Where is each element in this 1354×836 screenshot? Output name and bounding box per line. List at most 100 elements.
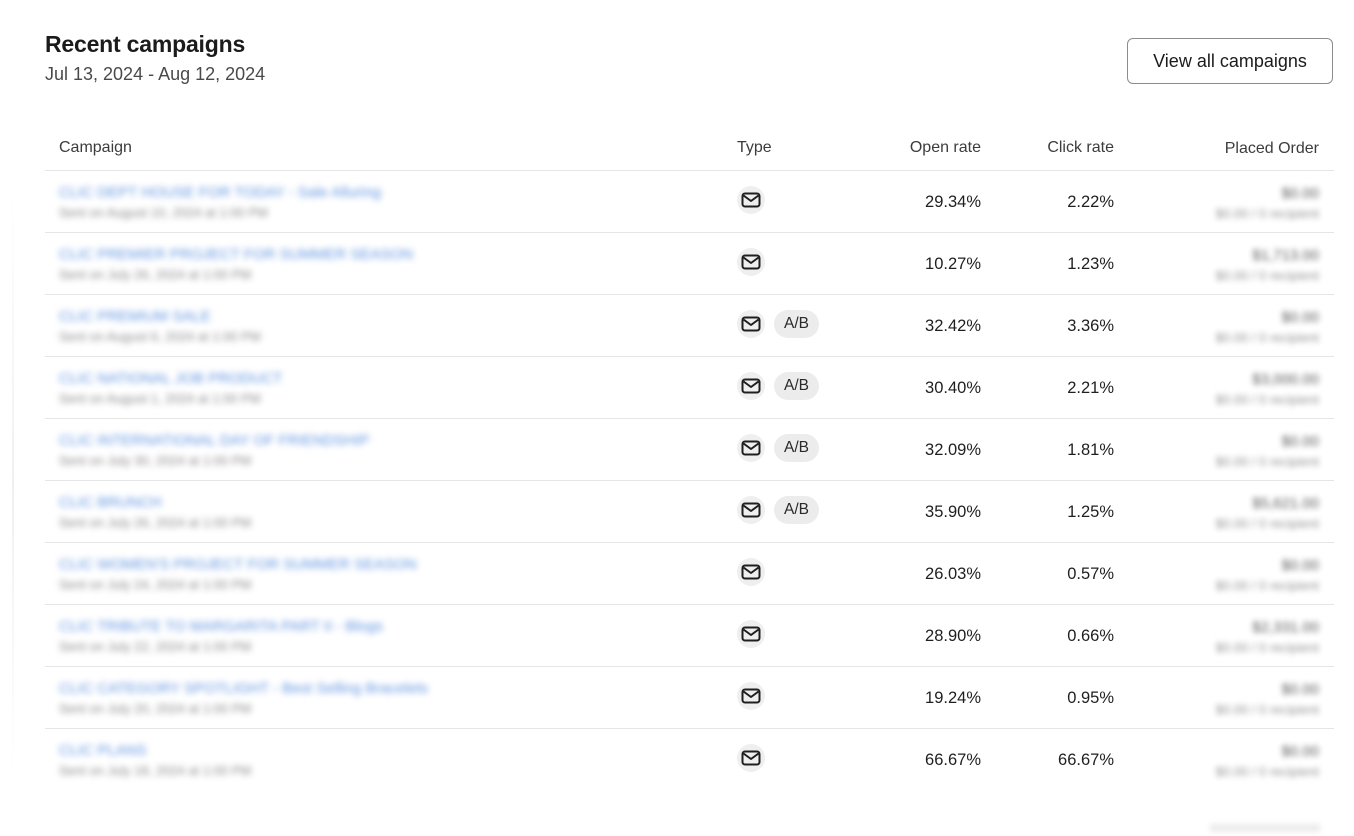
placed-order-per-recipient: $0.00 / 0 recipient bbox=[1215, 639, 1319, 655]
open-rate-cell: 29.34% bbox=[925, 193, 981, 211]
campaign-name-link[interactable]: CLIC INTERNATIONAL DAY OF FRIENDSHIP bbox=[59, 432, 369, 449]
type-cell: A/B bbox=[725, 371, 863, 400]
click-rate-cell: 0.95% bbox=[1067, 689, 1114, 707]
campaign-cell: CLIC INTERNATIONAL DAY OF FRIENDSHIP Sen… bbox=[45, 431, 725, 468]
click-rate-cell: 66.67% bbox=[1058, 751, 1114, 769]
mail-icon bbox=[737, 681, 765, 710]
type-cell bbox=[725, 185, 863, 214]
click-rate-cell: 0.66% bbox=[1067, 627, 1114, 645]
table-row[interactable]: CLIC TRIBUTE TO MARGARITA PART II - Blog… bbox=[45, 605, 1334, 667]
placed-order-value: $0.00 bbox=[1281, 680, 1319, 698]
click-rate-cell: 0.57% bbox=[1067, 565, 1114, 583]
campaign-cell: CLIC CATEGORY SPOTLIGHT - Best Selling B… bbox=[45, 679, 725, 716]
placed-order-per-recipient: $0.00 / 0 recipient bbox=[1215, 515, 1319, 531]
campaign-cell: CLIC PREMIER PROJECT FOR SUMMER SEASON S… bbox=[45, 245, 725, 282]
mail-icon bbox=[737, 433, 765, 462]
table-row[interactable]: CLIC BRUNCH Sent on July 26, 2024 at 1:0… bbox=[45, 481, 1334, 543]
section-header: Recent campaigns Jul 13, 2024 - Aug 12, … bbox=[45, 31, 265, 85]
open-rate-cell: 26.03% bbox=[925, 565, 981, 583]
campaign-sent-date: Sent on July 22, 2024 at 1:00 PM bbox=[59, 639, 252, 654]
table-row[interactable]: CLIC PREMIER PROJECT FOR SUMMER SEASON S… bbox=[45, 233, 1334, 295]
campaign-sent-date: Sent on July 30, 2024 at 1:00 PM bbox=[59, 453, 252, 468]
table-row[interactable]: CLIC CATEGORY SPOTLIGHT - Best Selling B… bbox=[45, 667, 1334, 729]
placed-order-per-recipient: $0.00 / 0 recipient bbox=[1215, 391, 1319, 407]
mail-icon bbox=[737, 743, 765, 772]
placed-order-per-recipient: $0.00 / 0 recipient bbox=[1215, 267, 1319, 283]
table-row[interactable]: CLIC PREMIUM SALE Sent on August 6, 2024… bbox=[45, 295, 1334, 357]
click-rate-cell: 2.22% bbox=[1067, 193, 1114, 211]
campaign-sent-date: Sent on August 10, 2024 at 1:00 PM bbox=[59, 205, 268, 220]
campaign-sent-date: Sent on August 6, 2024 at 1:00 PM bbox=[59, 329, 261, 344]
placed-order-cell: $0.00 $0.00 / 0 recipient bbox=[1114, 679, 1319, 717]
placed-order-cell: $0.00 $0.00 / 0 recipient bbox=[1114, 431, 1319, 469]
campaign-cell: CLIC PREMIUM SALE Sent on August 6, 2024… bbox=[45, 307, 725, 344]
table-row[interactable]: CLIC WOMEN'S PROJECT FOR SUMMER SEASON S… bbox=[45, 543, 1334, 605]
campaign-name-link[interactable]: CLIC DEPT HOUSE FOR TODAY - Sale Allurin… bbox=[59, 184, 381, 201]
mail-icon bbox=[737, 557, 765, 586]
type-cell: A/B bbox=[725, 433, 863, 462]
type-cell bbox=[725, 557, 863, 586]
placed-order-value: $0.00 bbox=[1281, 556, 1319, 574]
campaign-name-link[interactable]: CLIC PLANS bbox=[59, 742, 147, 759]
click-rate-cell: 2.21% bbox=[1067, 379, 1114, 397]
campaign-cell: CLIC NATIONAL JOB PRODUCT Sent on August… bbox=[45, 369, 725, 406]
open-rate-cell: 66.67% bbox=[925, 751, 981, 769]
placed-order-cell: $0.00 $0.00 / 0 recipient bbox=[1114, 183, 1319, 221]
campaign-cell: CLIC PLANS Sent on July 18, 2024 at 1:00… bbox=[45, 741, 725, 778]
placed-order-value: $5,621.00 bbox=[1252, 494, 1319, 512]
click-rate-cell: 1.81% bbox=[1067, 441, 1114, 459]
page-edge-shadow bbox=[12, 190, 14, 780]
table-header: Campaign Type Open rate Click rate Place… bbox=[45, 126, 1334, 171]
blurred-footer-text bbox=[1210, 824, 1320, 832]
column-header-type[interactable]: Type bbox=[725, 139, 863, 157]
placed-order-value: $1,713.00 bbox=[1252, 246, 1319, 264]
placed-order-per-recipient: $0.00 / 0 recipient bbox=[1215, 701, 1319, 717]
placed-order-per-recipient: $0.00 / 0 recipient bbox=[1215, 453, 1319, 469]
campaign-sent-date: Sent on July 26, 2024 at 1:00 PM bbox=[59, 267, 252, 282]
click-rate-cell: 1.25% bbox=[1067, 503, 1114, 521]
placed-order-value: $2,331.00 bbox=[1252, 618, 1319, 636]
placed-order-value: $0.00 bbox=[1281, 742, 1319, 760]
campaign-name-link[interactable]: CLIC PREMIUM SALE bbox=[59, 308, 211, 325]
column-header-click-rate[interactable]: Click rate bbox=[981, 139, 1114, 157]
placed-order-cell: $1,713.00 $0.00 / 0 recipient bbox=[1114, 245, 1319, 283]
open-rate-cell: 35.90% bbox=[925, 503, 981, 521]
campaign-name-link[interactable]: CLIC TRIBUTE TO MARGARITA PART II - Blog… bbox=[59, 618, 383, 635]
open-rate-cell: 19.24% bbox=[925, 689, 981, 707]
campaign-cell: CLIC TRIBUTE TO MARGARITA PART II - Blog… bbox=[45, 617, 725, 654]
table-row[interactable]: CLIC PLANS Sent on July 18, 2024 at 1:00… bbox=[45, 729, 1334, 790]
mail-icon bbox=[737, 247, 765, 276]
campaign-name-link[interactable]: CLIC CATEGORY SPOTLIGHT - Best Selling B… bbox=[59, 680, 428, 697]
type-cell bbox=[725, 247, 863, 276]
campaign-name-link[interactable]: CLIC WOMEN'S PROJECT FOR SUMMER SEASON bbox=[59, 556, 417, 573]
campaign-sent-date: Sent on July 18, 2024 at 1:00 PM bbox=[59, 763, 252, 778]
campaign-cell: CLIC BRUNCH Sent on July 26, 2024 at 1:0… bbox=[45, 493, 725, 530]
view-all-campaigns-button[interactable]: View all campaigns bbox=[1127, 38, 1333, 84]
ab-test-badge: A/B bbox=[774, 433, 819, 462]
type-cell: A/B bbox=[725, 495, 863, 524]
placed-order-per-recipient: $0.00 / 0 recipient bbox=[1215, 763, 1319, 779]
column-header-open-rate[interactable]: Open rate bbox=[863, 139, 981, 157]
placed-order-cell: $2,331.00 $0.00 / 0 recipient bbox=[1114, 617, 1319, 655]
campaign-name-link[interactable]: CLIC BRUNCH bbox=[59, 494, 162, 511]
section-title: Recent campaigns bbox=[45, 31, 246, 57]
table-row[interactable]: CLIC NATIONAL JOB PRODUCT Sent on August… bbox=[45, 357, 1334, 419]
placed-order-cell: $0.00 $0.00 / 0 recipient bbox=[1114, 555, 1319, 593]
type-cell bbox=[725, 619, 863, 648]
placed-order-cell: $3,000.00 $0.00 / 0 recipient bbox=[1114, 369, 1319, 407]
open-rate-cell: 32.09% bbox=[925, 441, 981, 459]
campaign-name-link[interactable]: CLIC NATIONAL JOB PRODUCT bbox=[59, 370, 282, 387]
campaign-cell: CLIC WOMEN'S PROJECT FOR SUMMER SEASON S… bbox=[45, 555, 725, 592]
table-row[interactable]: CLIC INTERNATIONAL DAY OF FRIENDSHIP Sen… bbox=[45, 419, 1334, 481]
open-rate-cell: 28.90% bbox=[925, 627, 981, 645]
campaign-name-link[interactable]: CLIC PREMIER PROJECT FOR SUMMER SEASON bbox=[59, 246, 413, 263]
ab-test-badge: A/B bbox=[774, 309, 819, 338]
column-header-campaign[interactable]: Campaign bbox=[45, 139, 725, 157]
column-header-placed-order[interactable]: Placed Order bbox=[1114, 138, 1319, 158]
table-row[interactable]: CLIC DEPT HOUSE FOR TODAY - Sale Allurin… bbox=[45, 171, 1334, 233]
campaigns-table: Campaign Type Open rate Click rate Place… bbox=[45, 126, 1334, 790]
placed-order-cell: $0.00 $0.00 / 0 recipient bbox=[1114, 741, 1319, 779]
placed-order-value: $0.00 bbox=[1281, 432, 1319, 450]
type-cell: A/B bbox=[725, 309, 863, 338]
mail-icon bbox=[737, 495, 765, 524]
